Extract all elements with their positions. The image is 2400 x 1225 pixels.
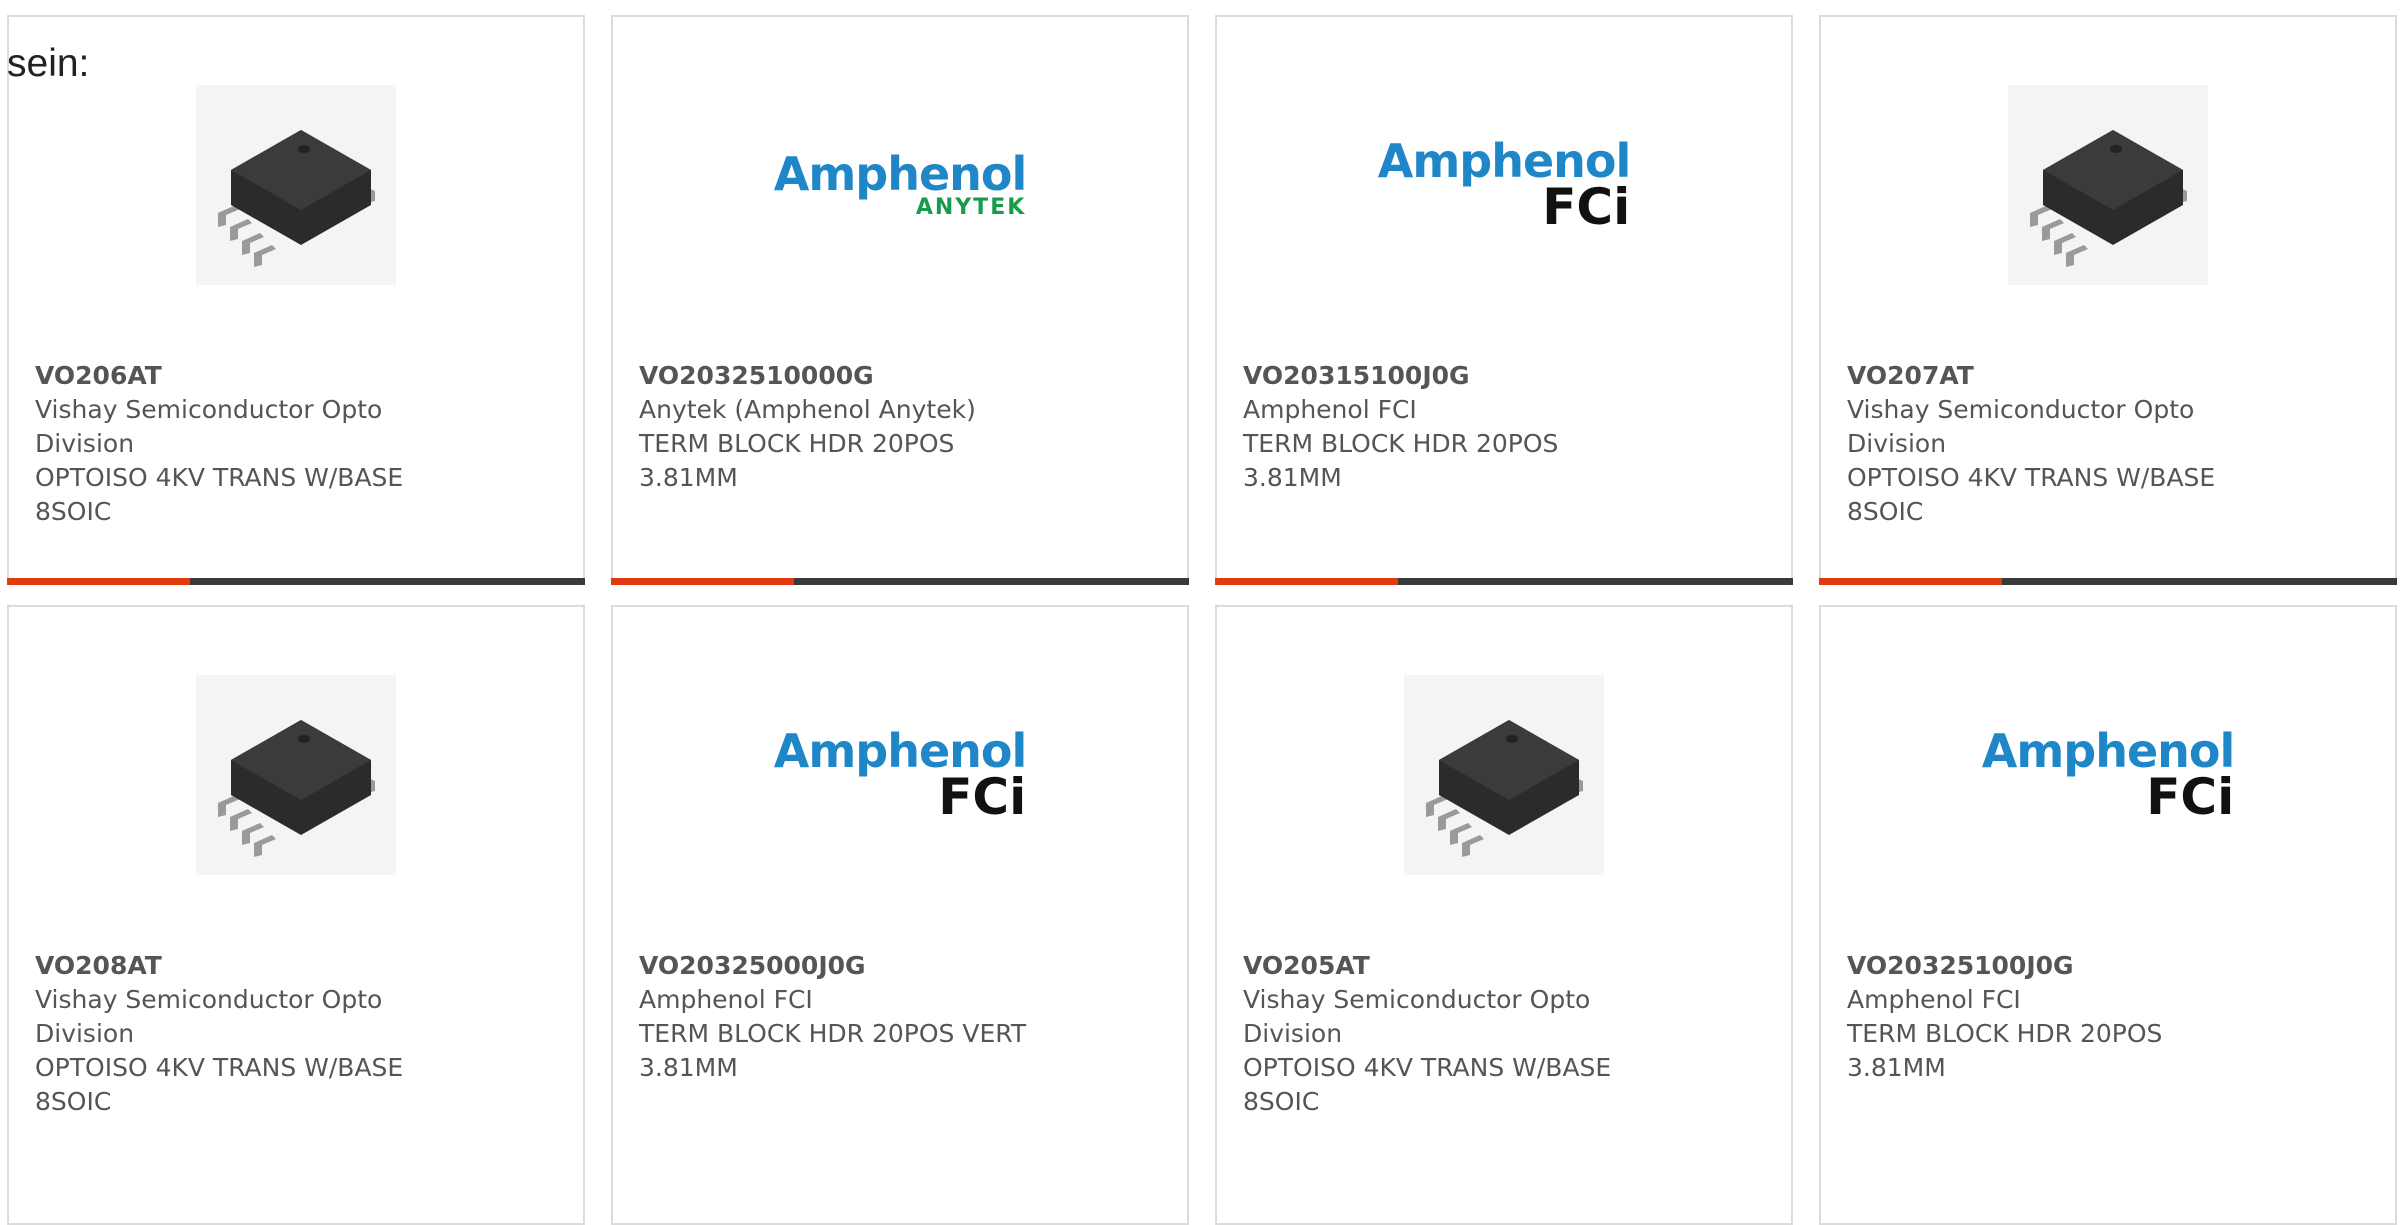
card-accent-bar [1819,578,2002,585]
amphenol-fci-logo: Amphenol FCi [1981,724,2236,826]
product-card[interactable]: VO207AT Vishay Semiconductor Opto Divisi… [1819,15,2397,585]
product-info: VO208AT Vishay Semiconductor Opto Divisi… [35,949,455,1119]
manufacturer-name: Amphenol FCI [639,985,813,1014]
product-description: OPTOISO 4KV TRANS W/BASE 8SOIC [1243,1053,1612,1116]
card-accent-bar [1215,578,1398,585]
amphenol-fci-logo: Amphenol FCi [773,724,1028,826]
section-prefix-text: sein: [7,42,90,85]
product-description: OPTOISO 4KV TRANS W/BASE 8SOIC [1847,463,2216,526]
product-description: TERM BLOCK HDR 20POS 3.81MM [639,429,955,492]
product-image[interactable] [1217,675,1791,875]
product-info: VO205AT Vishay Semiconductor Opto Divisi… [1243,949,1663,1119]
card-bottom-bar [611,578,1189,585]
card-accent-bar [7,578,190,585]
manufacturer-name: Vishay Semiconductor Opto Division [1847,395,2195,458]
part-number-link[interactable]: VO20315100J0G [1243,359,1663,393]
manufacturer-name: Vishay Semiconductor Opto Division [1243,985,1591,1048]
soic-8-chip-icon [1404,675,1604,875]
part-number-link[interactable]: VO205AT [1243,949,1663,983]
product-image[interactable]: Amphenol FCi [1821,675,2395,875]
part-number-link[interactable]: VO207AT [1847,359,2267,393]
product-description: OPTOISO 4KV TRANS W/BASE 8SOIC [35,1053,404,1116]
manufacturer-name: Amphenol FCI [1243,395,1417,424]
product-card[interactable]: VO206AT Vishay Semiconductor Opto Divisi… [7,15,585,585]
product-card[interactable]: Amphenol ANYTEK VO2032510000G Anytek (Am… [611,15,1189,585]
product-image[interactable] [9,675,583,875]
soic-8-chip-icon [196,675,396,875]
part-number-link[interactable]: VO20325100J0G [1847,949,2267,983]
product-info: VO2032510000G Anytek (Amphenol Anytek) T… [639,359,1059,495]
part-number-link[interactable]: VO206AT [35,359,455,393]
manufacturer-name: Amphenol FCI [1847,985,2021,1014]
product-description: TERM BLOCK HDR 20POS 3.81MM [1243,429,1559,492]
soic-8-chip-icon [196,85,396,285]
product-image[interactable]: Amphenol ANYTEK [613,85,1187,285]
product-card[interactable]: Amphenol FCi VO20325000J0G Amphenol FCI … [611,605,1189,1225]
part-number-link[interactable]: VO2032510000G [639,359,1059,393]
card-bottom-bar [7,578,585,585]
product-card[interactable]: VO205AT Vishay Semiconductor Opto Divisi… [1215,605,1793,1225]
product-description: TERM BLOCK HDR 20POS VERT 3.81MM [639,1019,1027,1082]
product-card[interactable]: Amphenol FCi VO20315100J0G Amphenol FCI … [1215,15,1793,585]
manufacturer-name: Vishay Semiconductor Opto Division [35,395,383,458]
product-info: VO206AT Vishay Semiconductor Opto Divisi… [35,359,455,529]
product-description: TERM BLOCK HDR 20POS 3.81MM [1847,1019,2163,1082]
part-number-link[interactable]: VO208AT [35,949,455,983]
product-info: VO20325100J0G Amphenol FCI TERM BLOCK HD… [1847,949,2267,1085]
product-image[interactable] [9,85,583,285]
manufacturer-name: Anytek (Amphenol Anytek) [639,395,976,424]
part-number-link[interactable]: VO20325000J0G [639,949,1059,983]
card-bottom-bar [1215,578,1793,585]
product-description: OPTOISO 4KV TRANS W/BASE 8SOIC [35,463,404,526]
product-image[interactable]: Amphenol FCi [1217,85,1791,285]
product-card[interactable]: VO208AT Vishay Semiconductor Opto Divisi… [7,605,585,1225]
product-info: VO20325000J0G Amphenol FCI TERM BLOCK HD… [639,949,1059,1085]
product-image[interactable] [1821,85,2395,285]
manufacturer-name: Vishay Semiconductor Opto Division [35,985,383,1048]
card-accent-bar [611,578,794,585]
product-info: VO207AT Vishay Semiconductor Opto Divisi… [1847,359,2267,529]
card-bottom-bar [1819,578,2397,585]
amphenol-anytek-logo: Amphenol ANYTEK [773,147,1028,220]
soic-8-chip-icon [2008,85,2208,285]
product-image[interactable]: Amphenol FCi [613,675,1187,875]
amphenol-fci-logo: Amphenol FCi [1377,134,1632,236]
product-card[interactable]: Amphenol FCi VO20325100J0G Amphenol FCI … [1819,605,2397,1225]
product-info: VO20315100J0G Amphenol FCI TERM BLOCK HD… [1243,359,1663,495]
